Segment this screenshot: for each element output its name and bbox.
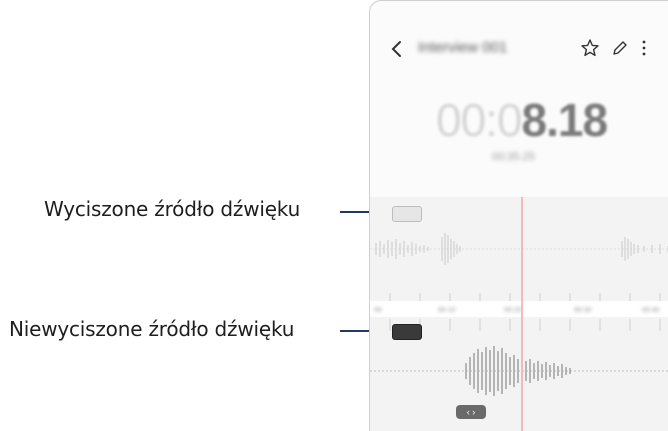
recorder-screen: Interview 001 00:08.18 00:35.25 00 00:10… [369, 0, 668, 431]
muted-source-label: Wyciszone źródło dźwięku [44, 197, 301, 221]
edit-icon[interactable] [610, 38, 630, 58]
elapsed-time-faint: 00:0 [436, 94, 523, 146]
timeline-mark: 00:30 [574, 307, 592, 314]
total-time: 00:35.25 [492, 151, 535, 163]
more-icon[interactable] [638, 38, 658, 58]
elapsed-time: 00:08.18 [436, 93, 609, 147]
recording-title: Interview 001 [418, 39, 508, 56]
unmuted-track-button[interactable] [392, 324, 422, 340]
muted-track-button[interactable] [392, 206, 422, 222]
timeline-mark: 00:40 [642, 307, 660, 314]
timeline-mark: 00:20 [504, 307, 522, 314]
back-icon[interactable] [390, 39, 404, 59]
unmuted-waveform [465, 346, 571, 396]
scrub-handle[interactable]: ‹ › [456, 405, 486, 419]
timeline-mark: 00:10 [438, 307, 456, 314]
waveform-area[interactable]: 00 00:10 00:20 00:30 00:40 [370, 197, 668, 431]
elapsed-time-strong: 8.18 [521, 94, 609, 146]
star-icon[interactable] [580, 38, 600, 58]
timeline-mark: 00 [374, 307, 382, 314]
unmuted-source-label: Niewyciszone źródło dźwięku [9, 317, 295, 341]
